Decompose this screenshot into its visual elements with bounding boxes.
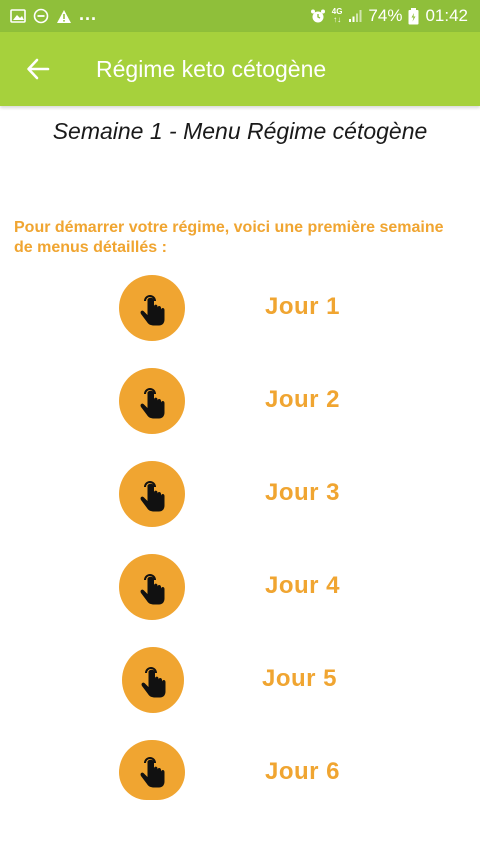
day-label[interactable]: Jour 6 [265,758,340,786]
image-icon [10,9,26,23]
tap-hand-icon[interactable] [119,740,185,800]
warning-icon [56,9,72,24]
tap-hand-icon[interactable] [119,461,185,527]
minus-circle-icon [33,8,49,24]
battery-percent: 74% [368,6,403,25]
day-label[interactable]: Jour 3 [265,479,340,507]
battery-icon [408,7,419,25]
day-item-1[interactable]: Jour 1 [0,275,480,355]
day-item-6[interactable]: Jour 6 [0,740,480,820]
signal-icon [348,9,362,23]
status-bar: ... 4G ↑↓ 74% 01:42 [0,0,480,32]
tap-hand-icon[interactable] [119,554,185,620]
day-item-2[interactable]: Jour 2 [0,368,480,448]
status-right: 4G ↑↓ 74% 01:42 [310,6,468,26]
day-item-4[interactable]: Jour 4 [0,554,480,634]
day-label[interactable]: Jour 4 [265,572,340,600]
more-notifications: ... [79,3,98,24]
back-button[interactable] [12,43,64,95]
app-bar: Régime keto cétogène [0,32,480,106]
tap-hand-icon[interactable] [122,647,184,713]
alarm-icon [310,8,326,24]
day-item-3[interactable]: Jour 3 [0,461,480,541]
tap-hand-icon[interactable] [119,275,185,341]
intro-text: Pour démarrer votre régime, voici une pr… [14,219,444,256]
status-left: ... [10,4,97,25]
day-label[interactable]: Jour 1 [265,293,340,321]
clock: 01:42 [425,6,468,25]
day-item-5[interactable]: Jour 5 [0,647,480,727]
tap-hand-icon[interactable] [119,368,185,434]
day-label[interactable]: Jour 2 [265,386,340,414]
network-type: 4G ↑↓ [331,7,343,24]
page-subtitle: Semaine 1 - Menu Régime cétogène [52,118,428,144]
arrow-left-icon [27,58,50,80]
day-label[interactable]: Jour 5 [262,665,337,693]
app-title: Régime keto cétogène [96,55,327,82]
